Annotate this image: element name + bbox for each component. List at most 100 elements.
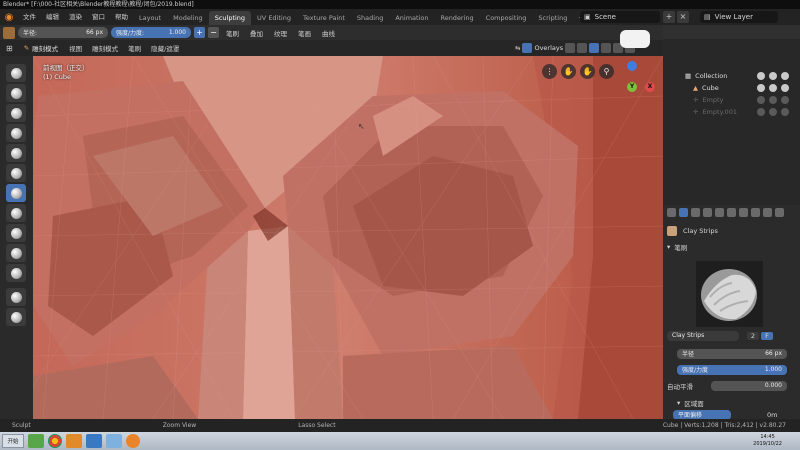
y-axis-icon[interactable]: Y (627, 82, 637, 92)
tab-layout[interactable]: Layout (133, 11, 167, 25)
texture-dropdown[interactable]: 纹理 (270, 28, 291, 38)
menu-hide-mask[interactable]: 隐藏/遮罩 (148, 43, 182, 53)
active-tool-tab-icon[interactable] (679, 208, 688, 217)
prop-radius-field[interactable]: 半径 66 px (677, 348, 787, 359)
z-axis-icon[interactable] (627, 61, 637, 71)
app-icon-5[interactable] (106, 434, 122, 448)
clay-strips-tool-button[interactable] (6, 184, 26, 202)
outliner-row-empty[interactable]: ✛ Empty (663, 94, 800, 106)
curve-dropdown[interactable]: 曲线 (318, 28, 339, 38)
brush-thumbnail[interactable] (3, 26, 15, 39)
blender-logo-icon[interactable]: ◉ (0, 9, 18, 25)
menu-sculpt[interactable]: 雕刻模式 (89, 43, 121, 53)
overlay-dropdown[interactable]: 叠加 (246, 28, 267, 38)
pan-view-icon[interactable]: ✋ (580, 64, 595, 79)
draw-tool-button[interactable] (6, 64, 26, 82)
brush-users-count[interactable]: 2 (747, 331, 759, 340)
view-grid-icon[interactable]: ⋮ (542, 64, 557, 79)
menu-file[interactable]: 文件 (18, 9, 41, 25)
add-mode-button[interactable]: + (194, 27, 205, 38)
mode-dropdown[interactable]: ✎ 雕刻模式 (20, 43, 62, 53)
menu-edit[interactable]: 编辑 (41, 9, 64, 25)
layer-tool-button[interactable] (6, 144, 26, 162)
strength-field[interactable]: 强度/力度: 1.000 (111, 27, 191, 38)
outliner-row-cube[interactable]: ▲ Cube (663, 82, 800, 94)
3d-viewport[interactable]: 前视图（正交） (1) Cube ↖ ⋮ ✋ ✋ ⚲ (33, 56, 663, 419)
world-tab-icon[interactable] (739, 208, 748, 217)
tab-scripting[interactable]: Scripting (532, 11, 573, 25)
menu-brush[interactable]: 笔刷 (125, 43, 144, 53)
material-tab-icon[interactable] (775, 208, 784, 217)
menu-render[interactable]: 渲染 (64, 9, 87, 25)
view-layer-selector[interactable]: ▤ View Layer (700, 11, 778, 23)
tool-tab-icon[interactable] (667, 208, 676, 217)
blob-tool-button[interactable] (6, 204, 26, 222)
material-shading-icon[interactable] (601, 43, 612, 53)
autosmooth-field[interactable]: 0.000 (711, 380, 787, 391)
xray-icon[interactable] (565, 43, 576, 53)
outliner-row-collection[interactable]: ▦ Collection (663, 70, 800, 82)
prop-strength-field[interactable]: 强度/力度 1.000 (677, 364, 787, 375)
crease-tool-button[interactable] (6, 224, 26, 242)
blender-taskbar-icon[interactable] (126, 434, 140, 448)
overlays-toggle-icon[interactable] (522, 43, 533, 53)
outliner-row-empty-001[interactable]: ✛ Empty.001 (663, 106, 800, 118)
tab-modeling[interactable]: Modeling (167, 11, 209, 25)
start-button[interactable]: 开始 (2, 434, 24, 448)
menu-window[interactable]: 窗口 (87, 9, 110, 25)
modifier-tab-icon[interactable] (763, 208, 772, 217)
falloff-section-header[interactable]: ▾ 区域面 (667, 397, 790, 408)
radius-field[interactable]: 半径: 66 px (18, 27, 108, 38)
flatten-tool-button[interactable] (6, 264, 26, 282)
navigation-gizmo[interactable]: Y X (623, 55, 663, 95)
brush-name-field[interactable]: Clay Strips (667, 330, 739, 341)
fake-user-toggle[interactable]: F (761, 331, 773, 340)
scene-tab-icon[interactable] (727, 208, 736, 217)
tab-animation[interactable]: Animation (389, 11, 434, 25)
tab-texture-paint[interactable]: Texture Paint (297, 11, 351, 25)
brush-dropdown[interactable]: 笔刷 (222, 28, 243, 38)
brush-section-header[interactable]: ▾ 笔刷 (667, 241, 790, 252)
visibility-toggles[interactable] (757, 84, 789, 92)
menu-help[interactable]: 帮助 (110, 9, 133, 25)
stroke-dropdown[interactable]: 笔画 (294, 28, 315, 38)
zoom-view-icon[interactable]: ⚲ (599, 64, 614, 79)
mask-tool-button[interactable] (6, 288, 26, 306)
visibility-toggles[interactable] (757, 72, 789, 80)
menu-view[interactable]: 视图 (66, 43, 85, 53)
tab-rendering[interactable]: Rendering (434, 11, 479, 25)
solid-shading-icon[interactable] (589, 43, 600, 53)
wireframe-shading-icon[interactable] (577, 43, 588, 53)
app-icon-1[interactable] (28, 434, 44, 448)
clay-tool-button[interactable] (6, 104, 26, 122)
delete-scene-button[interactable]: × (677, 11, 689, 23)
visibility-toggles[interactable] (757, 96, 789, 104)
camera-view-icon[interactable]: ✋ (561, 64, 576, 79)
app-icon-3[interactable] (66, 434, 82, 448)
tab-uv-editing[interactable]: UV Editing (251, 11, 297, 25)
tab-compositing[interactable]: Compositing (480, 11, 533, 25)
view-layer-tab-icon[interactable] (715, 208, 724, 217)
draw-sharp-tool-button[interactable] (6, 84, 26, 102)
app-icon-4[interactable] (86, 434, 102, 448)
plane-offset-field[interactable]: 平面偏移 (673, 409, 731, 420)
visibility-toggles[interactable] (757, 108, 789, 116)
render-tab-icon[interactable] (691, 208, 700, 217)
system-clock[interactable]: 14:45 2019/10/22 (753, 434, 782, 448)
smooth-tool-button[interactable] (6, 244, 26, 262)
tab-sculpting[interactable]: Sculpting (208, 11, 252, 25)
x-axis-icon[interactable]: X (645, 82, 655, 92)
brush-preview-image[interactable] (696, 261, 763, 327)
new-scene-button[interactable]: + (663, 11, 675, 23)
overlays-dropdown[interactable]: Overlays (534, 44, 563, 52)
clay-thumb-tool-button[interactable] (6, 124, 26, 142)
tab-shading[interactable]: Shading (351, 11, 389, 25)
inflate-tool-button[interactable] (6, 164, 26, 182)
object-tab-icon[interactable] (751, 208, 760, 217)
box-mask-tool-button[interactable] (6, 308, 26, 326)
gizmo-toggle-icon[interactable]: ⇆ (515, 44, 520, 52)
output-tab-icon[interactable] (703, 208, 712, 217)
editor-type-icon[interactable]: ⊞ (3, 44, 16, 53)
scene-selector[interactable]: ▣ Scene (580, 11, 660, 23)
subtract-mode-button[interactable]: − (208, 27, 219, 38)
